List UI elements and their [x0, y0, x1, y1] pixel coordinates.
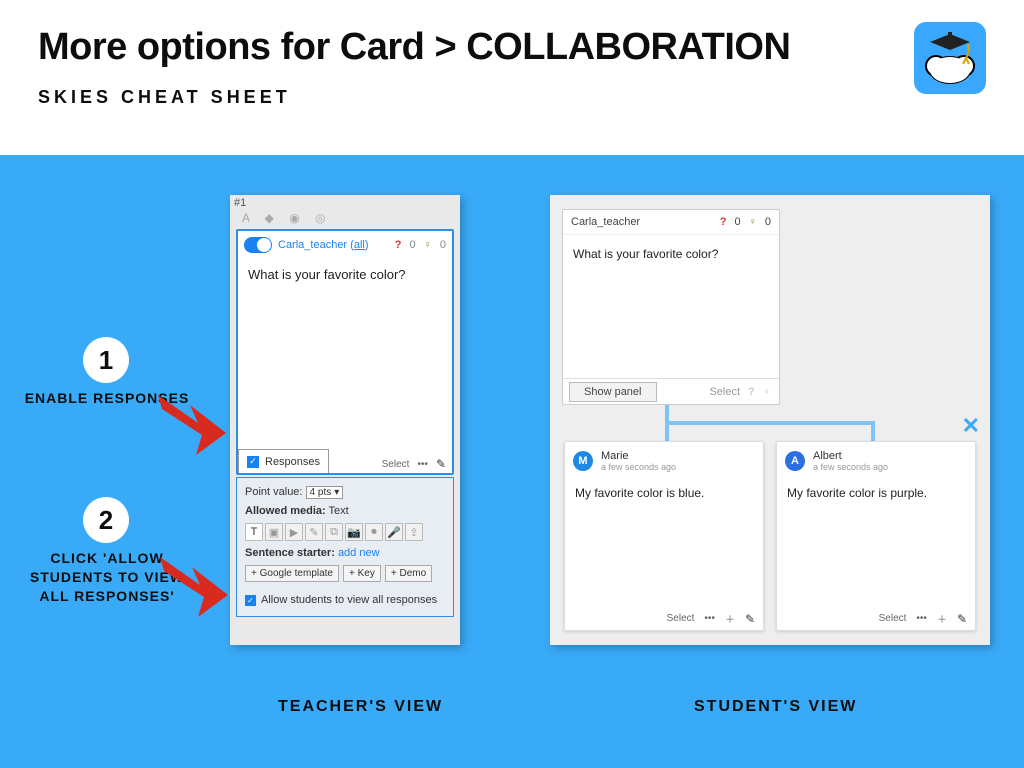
arrow-1-icon — [148, 385, 238, 465]
more-icon[interactable]: ••• — [704, 613, 715, 624]
sentence-starter-label: Sentence starter: — [245, 547, 335, 559]
step-2-number: 2 — [99, 505, 113, 536]
add-icon[interactable]: ＋ — [725, 611, 735, 626]
show-panel-button[interactable]: Show panel — [569, 382, 657, 402]
student-select-link[interactable]: Select — [709, 386, 740, 398]
skies-logo — [914, 22, 986, 94]
idea-icon: ♀ — [749, 216, 757, 228]
author-scope-link[interactable]: all — [354, 239, 365, 251]
edit-icon[interactable]: ✎ — [957, 612, 967, 626]
media-video-button[interactable]: ▶ — [285, 523, 303, 541]
step-1-badge: 1 — [83, 337, 129, 383]
select-link[interactable]: Select — [382, 459, 410, 470]
chevron-down-icon: ▾ — [334, 487, 339, 498]
media-mic-button[interactable]: 🎤 — [385, 523, 403, 541]
more-icon[interactable]: ••• — [916, 613, 927, 624]
media-camera-button[interactable]: 📷 — [345, 523, 363, 541]
question-icon: ? — [720, 216, 727, 228]
avatar: M — [573, 451, 593, 471]
responses-settings-panel: Point value: 4 pts ▾ Allowed media: Text… — [236, 477, 454, 617]
media-text-button[interactable]: T — [245, 523, 263, 541]
point-value-label: Point value: — [245, 486, 302, 498]
add-google-template-button[interactable]: + Google template — [245, 565, 339, 582]
media-type-row: T ▣ ▶ ✎ ⧉ 📷 ⏺ 🎤 ⇪ — [245, 523, 445, 541]
arrow-2-icon — [150, 547, 240, 627]
card-number: #1 — [234, 197, 246, 209]
response-select-link[interactable]: Select — [879, 613, 907, 624]
responses-toggle[interactable] — [244, 237, 272, 253]
question-text: What is your favorite color? — [238, 253, 452, 296]
sentence-starter-add-link[interactable]: add new — [338, 547, 380, 559]
author-name: Carla_teacher — [278, 239, 347, 251]
response-text: My favorite color is blue. — [565, 474, 763, 512]
student-question-count: 0 — [735, 216, 741, 228]
student-idea-count: 0 — [765, 216, 771, 228]
media-upload-button[interactable]: ⇪ — [405, 523, 423, 541]
question-count: 0 — [410, 239, 416, 251]
card-toolbar-icons: A ◆ ◉ ◎ — [242, 211, 332, 225]
student-author: Carla_teacher — [571, 216, 640, 228]
media-record-button[interactable]: ⏺ — [365, 523, 383, 541]
idea-count: 0 — [440, 239, 446, 251]
page-subtitle: SKIES CHEAT SHEET — [38, 87, 986, 108]
response-time: a few seconds ago — [601, 462, 676, 472]
response-text: My favorite color is purple. — [777, 474, 975, 512]
question-card: Carla_teacher (all) ? 0 ♀ 0 What is your f… — [236, 229, 454, 475]
allow-view-all-label: Allow students to view all responses — [261, 594, 437, 606]
media-link-button[interactable]: ⧉ — [325, 523, 343, 541]
add-icon[interactable]: ＋ — [937, 611, 947, 626]
student-view-label: STUDENT'S VIEW — [694, 698, 857, 716]
responses-checkbox-icon — [247, 456, 259, 468]
allowed-media-label: Allowed media: — [245, 505, 326, 517]
step-1-number: 1 — [99, 345, 113, 376]
question-icon[interactable]: ? — [748, 386, 755, 398]
step-2-badge: 2 — [83, 497, 129, 543]
author-label: Carla_teacher (all) — [278, 239, 369, 251]
media-draw-button[interactable]: ✎ — [305, 523, 323, 541]
allowed-media-value: Text — [329, 505, 349, 517]
add-key-button[interactable]: + Key — [343, 565, 381, 582]
student-question-text: What is your favorite color? — [563, 235, 779, 273]
response-author: Albert — [813, 450, 888, 462]
media-image-button[interactable]: ▣ — [265, 523, 283, 541]
teacher-view-label: TEACHER'S VIEW — [278, 698, 443, 716]
student-view-panel: Carla_teacher ? 0 ♀ 0 What is your favorit… — [550, 195, 990, 645]
point-value-select[interactable]: 4 pts ▾ — [306, 486, 344, 499]
responses-tab-label: Responses — [265, 456, 320, 468]
logo-icon — [920, 28, 980, 88]
page-title: More options for Card > COLLABORATION — [38, 26, 986, 69]
idea-icon: ♀ — [424, 239, 432, 251]
question-icon: ? — [395, 239, 402, 251]
response-time: a few seconds ago — [813, 462, 888, 472]
close-icon[interactable]: ✕ — [962, 413, 980, 439]
avatar: A — [785, 451, 805, 471]
responses-tab[interactable]: Responses — [238, 449, 329, 473]
edit-icon[interactable]: ✎ — [745, 612, 755, 626]
response-author: Marie — [601, 450, 676, 462]
allow-view-all-checkbox[interactable] — [245, 595, 256, 606]
response-card: M Marie a few seconds ago My favorite co… — [564, 441, 764, 631]
student-question-card: Carla_teacher ? 0 ♀ 0 What is your favorit… — [562, 209, 780, 405]
add-demo-button[interactable]: + Demo — [385, 565, 432, 582]
more-icon[interactable]: ••• — [417, 459, 428, 470]
response-select-link[interactable]: Select — [667, 613, 695, 624]
teacher-view-panel: #1 A ◆ ◉ ◎ Carla_teacher (all) ? 0 ♀ 0 Wha… — [230, 195, 460, 645]
idea-icon[interactable]: ♀ — [763, 386, 771, 398]
point-value: 4 pts — [310, 487, 332, 498]
edit-icon[interactable]: ✎ — [436, 457, 446, 471]
response-card: A Albert a few seconds ago My favorite c… — [776, 441, 976, 631]
